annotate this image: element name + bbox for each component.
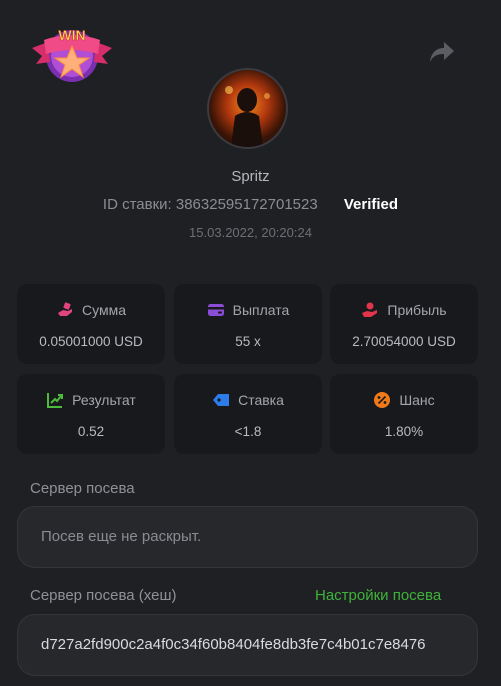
stat-label: Выплата (232, 302, 290, 318)
stat-value: 55 x (235, 334, 261, 349)
stat-card-payout: Выплата 55 x (174, 284, 322, 364)
stat-value: 2.70054000 USD (352, 334, 456, 349)
profit-hand-icon (362, 302, 378, 317)
server-seed-hash-label: Сервер посева (хеш) (30, 587, 177, 604)
bet-details-panel: WIN Spritz ID ставки: 38632595172701523 … (0, 0, 501, 686)
seed-settings-link[interactable]: Настройки посева (315, 587, 441, 604)
stat-label: Шанс (399, 392, 435, 408)
bet-id-line: ID ставки: 38632595172701523 Verified (0, 196, 501, 213)
server-seed-value: Посев еще не раскрыт. (41, 528, 202, 545)
hand-coins-icon (58, 302, 72, 316)
percent-icon (374, 392, 391, 408)
stat-card-profit: Прибыль 2.70054000 USD (330, 284, 478, 364)
server-seed-label: Сервер посева (30, 480, 135, 497)
stat-label: Результат (72, 392, 136, 408)
stat-value: 1.80% (384, 424, 424, 439)
stat-card-amount: Сумма 0.05001000 USD (17, 284, 165, 364)
username: Spritz (231, 168, 270, 185)
bet-tag-icon (213, 394, 230, 406)
stat-value: <1.8 (234, 424, 262, 439)
chart-up-icon (47, 393, 64, 408)
svg-text:WIN: WIN (58, 27, 85, 43)
server-seed-hash-value: d727a2fd900c2a4f0c34f60b8404fe8db3fe7c4b… (41, 636, 426, 653)
server-seed-hash-field[interactable]: d727a2fd900c2a4f0c34f60b8404fe8db3fe7c4b… (17, 614, 478, 676)
wallet-card-icon (207, 304, 224, 316)
verified-badge: Verified (343, 196, 399, 213)
bet-id-label: ID ставки: (102, 196, 172, 213)
bet-id-value: 38632595172701523 (175, 196, 318, 213)
bet-datetime: 15.03.2022, 20:20:24 (189, 225, 312, 240)
stat-label: Ставка (238, 392, 284, 408)
stat-label: Сумма (82, 302, 126, 318)
stat-label: Прибыль (387, 302, 447, 318)
stat-value: 0.05001000 USD (39, 334, 143, 349)
server-seed-field[interactable]: Посев еще не раскрыт. (17, 506, 478, 568)
stat-value: 0.52 (77, 424, 105, 439)
stat-card-bet: Ставка <1.8 (174, 374, 322, 454)
win-logo: WIN (30, 18, 114, 84)
stat-card-chance: Шанс 1.80% (330, 374, 478, 454)
stat-card-result: Результат 0.52 (17, 374, 165, 454)
user-avatar (207, 68, 288, 149)
share-icon[interactable] (428, 40, 456, 64)
